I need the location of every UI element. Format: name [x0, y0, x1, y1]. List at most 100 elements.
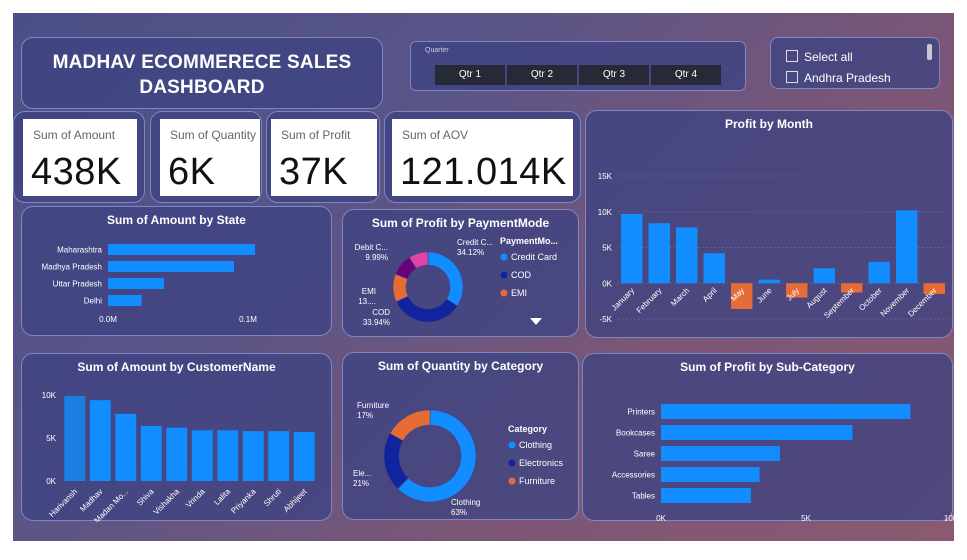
quarter-button-3[interactable]: Qtr 3: [579, 65, 649, 85]
bar: [661, 467, 760, 482]
bar: [108, 261, 234, 272]
legend-marker: [508, 441, 516, 449]
x-tick-label: 5K: [801, 514, 811, 522]
slice-percent: 17%: [357, 411, 373, 420]
slicer-item-label: Andhra Pradesh: [804, 71, 891, 85]
category-label: Printers: [627, 408, 655, 417]
checkbox-icon: [786, 50, 798, 62]
pie-slice: [395, 295, 458, 323]
slice-percent: 34.12%: [457, 248, 484, 257]
x-tick-label: August: [805, 286, 830, 311]
kpi-value: 121.014K: [400, 151, 567, 193]
x-tick-label: Abhijeet: [282, 487, 309, 514]
slicer-select-all[interactable]: Select all: [786, 50, 853, 64]
quarter-button-4[interactable]: Qtr 4: [651, 65, 721, 85]
kpi-label: Sum of Amount: [33, 128, 116, 142]
y-tick-label: 0K: [46, 477, 56, 486]
y-tick-label: -5K: [600, 315, 613, 324]
bar: [242, 431, 264, 481]
y-tick-label: 10K: [42, 391, 57, 400]
slice-percent: 33.94%: [363, 318, 390, 327]
legend-scroll-down-icon[interactable]: [530, 318, 542, 325]
slice-percent: 13....: [358, 297, 376, 306]
slicer-item-andhra-pradesh[interactable]: Andhra Pradesh: [786, 71, 891, 85]
bar: [813, 268, 835, 284]
bar: [268, 431, 290, 481]
bar: [661, 488, 751, 503]
kpi-quantity: Sum of Quantity 6K: [160, 119, 260, 196]
pie-slice: [389, 409, 431, 442]
slicer-item-label: Select all: [804, 50, 853, 64]
legend-marker: [500, 289, 508, 297]
legend-item: Credit Card: [511, 252, 557, 262]
legend-item: Clothing: [519, 440, 552, 450]
bar: [621, 213, 643, 284]
slice-percent: 63%: [451, 508, 467, 517]
x-tick-label: January: [610, 286, 636, 312]
legend-title: Category: [508, 424, 547, 434]
bar: [661, 425, 853, 440]
legend-marker: [500, 271, 508, 279]
x-tick-label: June: [755, 286, 774, 305]
kpi-amount: Sum of Amount 438K: [23, 119, 137, 196]
y-tick-label: 15K: [598, 172, 613, 181]
category-label: Bookcases: [616, 429, 655, 438]
bar: [648, 223, 670, 284]
profit-by-subcategory-card: Sum of Profit by Sub-Category Printers Bo…: [582, 353, 954, 522]
bar: [191, 430, 213, 481]
bar: [703, 253, 725, 284]
x-tick-label: September: [822, 286, 856, 320]
title-line-2: DASHBOARD: [139, 77, 265, 98]
slice-label: Ele...: [353, 469, 371, 478]
slice-label: EMI: [362, 287, 376, 296]
legend-title: PaymentMo...: [500, 236, 558, 246]
slice-label: Furniture: [357, 401, 390, 410]
quarter-button-2[interactable]: Qtr 2: [507, 65, 577, 85]
dashboard-title-card: MADHAV ECOMMERECE SALES DASHBOARD: [21, 37, 383, 109]
kpi-value: 6K: [168, 151, 216, 193]
page-title: MADHAV ECOMMERECE SALES DASHBOARD: [22, 50, 382, 100]
legend-item: EMI: [511, 288, 527, 298]
y-tick-label: 5K: [602, 244, 612, 253]
legend-marker: [508, 477, 516, 485]
x-tick-label: Shiva: [135, 487, 156, 508]
quarter-button-1[interactable]: Qtr 1: [435, 65, 505, 85]
bar: [64, 395, 86, 481]
pie-slice: [427, 251, 464, 307]
kpi-label: Sum of Quantity: [170, 128, 257, 142]
kpi-value: 37K: [279, 151, 349, 193]
x-tick-label: Lalita: [212, 487, 232, 507]
amount-by-customer-card: Sum of Amount by CustomerName 10K 5K 0K Har…: [21, 353, 332, 522]
category-label: Madhya Pradesh: [42, 263, 102, 272]
x-tick-label: Priyanka: [229, 487, 258, 516]
profit-by-month-chart: 15K10K5K0K-5KJanuaryFebruary March April Ma…: [598, 172, 948, 324]
x-tick-label: December: [906, 286, 939, 319]
bar: [868, 261, 890, 284]
category-label: Tables: [632, 492, 655, 501]
slicer-scrollbar[interactable]: [927, 44, 932, 60]
bar: [661, 446, 780, 461]
bar: [676, 227, 698, 284]
x-tick-label: Vrinda: [184, 487, 207, 510]
quarter-slicer: Quarter Qtr 1 Qtr 2 Qtr 3 Qtr 4: [410, 41, 746, 91]
bar: [108, 295, 142, 306]
amount-by-state-card: Sum of Amount by State Maharashtra Madhya…: [21, 206, 332, 336]
profit-by-payment-chart: Credit C...34.12%Debit C...9.99%EMI13...…: [355, 236, 558, 327]
x-tick-label: 10K: [944, 514, 954, 522]
bar: [108, 244, 255, 255]
kpi-profit: Sum of Profit 37K: [271, 119, 377, 196]
legend-marker: [500, 253, 508, 261]
category-label: Delhi: [84, 297, 102, 306]
legend-item: COD: [511, 270, 532, 280]
x-tick-label: February: [635, 286, 664, 315]
category-label: Saree: [634, 450, 656, 459]
bar: [217, 430, 239, 481]
profit-by-subcategory-chart: Printers Bookcases Saree Accessories Tables 0…: [612, 404, 954, 522]
quantity-by-category-card: Sum of Quantity by Category Clothing 63% E…: [342, 352, 579, 520]
category-label: Uttar Pradesh: [53, 280, 102, 289]
x-tick-label: April: [701, 286, 719, 304]
bar: [166, 427, 188, 481]
y-tick-label: 10K: [598, 208, 613, 217]
x-tick-label: 0.0M: [99, 315, 117, 324]
dashboard-canvas: MADHAV ECOMMERECE SALES DASHBOARD Quarte…: [13, 13, 954, 541]
